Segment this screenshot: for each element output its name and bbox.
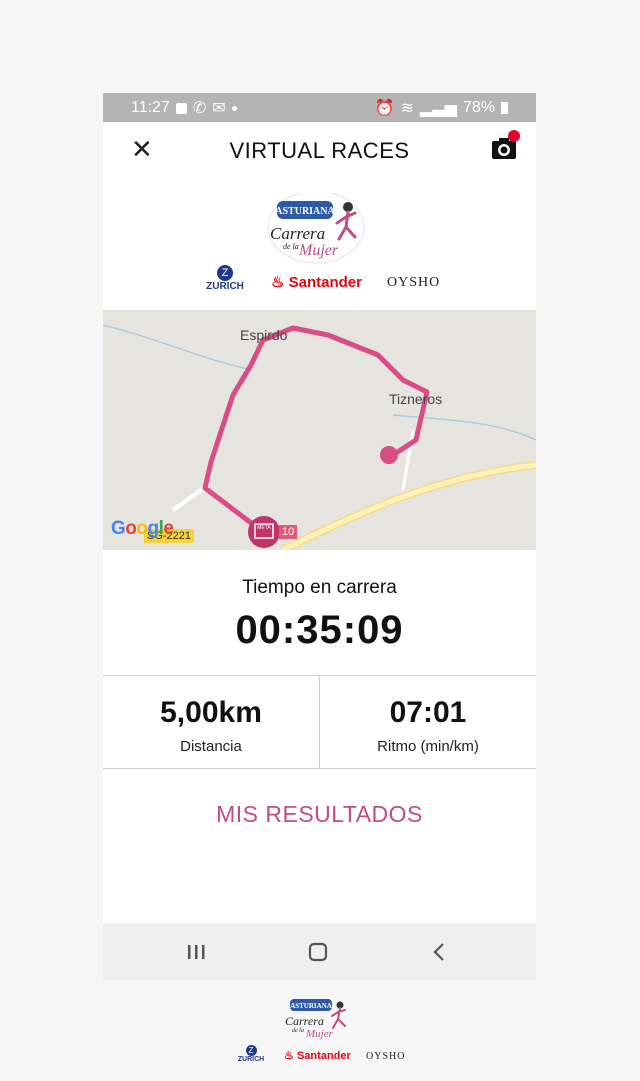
map-canvas: META [103, 324, 536, 550]
back-button[interactable] [419, 937, 459, 967]
battery-icon [501, 102, 508, 114]
footer-sponsor-santander: ♨ Santander [284, 1049, 351, 1062]
home-button[interactable] [298, 937, 338, 967]
race-stats: 5,00km Distancia 07:01 Ritmo (min/km) [103, 675, 536, 769]
wifi-icon: ≋ [400, 100, 415, 117]
system-nav-bar [103, 923, 536, 980]
time-value: 00:35:09 [235, 608, 404, 652]
battery-percent: 78% [462, 99, 495, 116]
footer-sponsor-zurich-label: ZURICH [237, 1056, 265, 1063]
footer-event-logo: ASTURIANA Carrera de la Mujer Z ZURICH ♨… [230, 995, 420, 1075]
google-attribution[interactable]: Google [111, 518, 174, 540]
sponsor-santander: ♨ Santander [271, 273, 362, 291]
distance-value: 5,00km [160, 696, 262, 729]
recent-apps-icon [188, 945, 205, 959]
gallery-notification-icon [175, 102, 187, 114]
footer-sponsor-oysho: OYSHO [366, 1051, 406, 1062]
footer-zurich-icon: Z [245, 1045, 257, 1056]
recent-apps-button[interactable] [177, 937, 217, 967]
pace-stat: 07:01 Ritmo (min/km) [320, 676, 536, 768]
page-title: VIRTUAL RACES [229, 138, 410, 163]
sponsor-oysho: OYSHO [387, 275, 441, 290]
footer-logo-carrera: Carrera [285, 1014, 324, 1028]
road-badge-n110: 10 [279, 525, 298, 539]
camera-button[interactable] [490, 130, 520, 162]
footer-logo-mujer: Mujer [305, 1028, 334, 1040]
footer-sponsor-santander-label: Santander [296, 1050, 351, 1062]
asturiana-text: ASTURIANA [275, 206, 335, 217]
footer-carrera-logo: ASTURIANA Carrera de la Mujer [285, 999, 346, 1040]
status-bar: 11:27 ✆ ✉ ⏰ ≋ ▂▃▅ 78% [103, 93, 536, 122]
distance-stat: 5,00km Distancia [103, 676, 319, 768]
pace-label: Ritmo (min/km) [377, 738, 479, 755]
app-bar: ✕ VIRTUAL RACES [103, 122, 536, 178]
status-left: 11:27 ✆ ✉ [131, 98, 237, 118]
finish-label: META [257, 525, 271, 531]
signal-icon: ▂▃▅ [420, 100, 457, 117]
distance-label: Distancia [180, 738, 242, 755]
whatsapp-icon: ✆ [192, 100, 207, 117]
logo-mujer: Mujer [298, 242, 339, 259]
alarm-icon: ⏰ [374, 100, 395, 117]
footer-logo-de-la: de la [292, 1028, 304, 1034]
event-logo: ASTURIANA Carrera de la Mujer Z ZURICH ♨… [103, 193, 536, 303]
sponsor-zurich-label: ZURICH [206, 281, 244, 292]
pace-value: 07:01 [389, 696, 467, 729]
sponsor-zurich: Z ZURICH [200, 265, 250, 292]
mail-icon: ✉ [212, 100, 226, 117]
sponsor-santander-label: Santander [288, 274, 362, 291]
phone-screen: 11:27 ✆ ✉ ⏰ ≋ ▂▃▅ 78% ✕ VIRTUAL RACES AS… [103, 93, 536, 980]
back-icon [433, 943, 444, 961]
logo-carrera: Carrera [270, 224, 325, 243]
time-label: Tiempo en carrera [242, 577, 397, 598]
logo-de-la: de la [283, 242, 299, 251]
route-map[interactable]: META Espirdo Tizneros SG-2221 10 Google [103, 310, 536, 550]
santander-flame-icon: ♨ [271, 274, 285, 291]
carrera-logo: ASTURIANA Carrera de la Mujer [267, 193, 365, 264]
footer-asturiana-text: ASTURIANA [290, 1002, 332, 1010]
map-label-tizneros: Tizneros [389, 391, 443, 407]
race-time-section: Tiempo en carrera 00:35:09 [103, 550, 536, 676]
more-notifications-icon [231, 105, 237, 111]
map-label-espirdo: Espirdo [240, 327, 288, 343]
status-right: ⏰ ≋ ▂▃▅ 78% [375, 98, 508, 118]
footer-sponsor-zurich: Z ZURICH [234, 1045, 268, 1063]
clock: 11:27 [131, 99, 170, 116]
home-icon [308, 942, 328, 962]
footer-santander-flame-icon: ♨ [284, 1050, 294, 1062]
finish-marker [248, 516, 280, 548]
zurich-icon: Z [217, 265, 233, 281]
notification-badge [508, 130, 520, 142]
current-position-dot [380, 446, 398, 464]
my-results-button[interactable]: MIS RESULTADOS [103, 801, 536, 828]
